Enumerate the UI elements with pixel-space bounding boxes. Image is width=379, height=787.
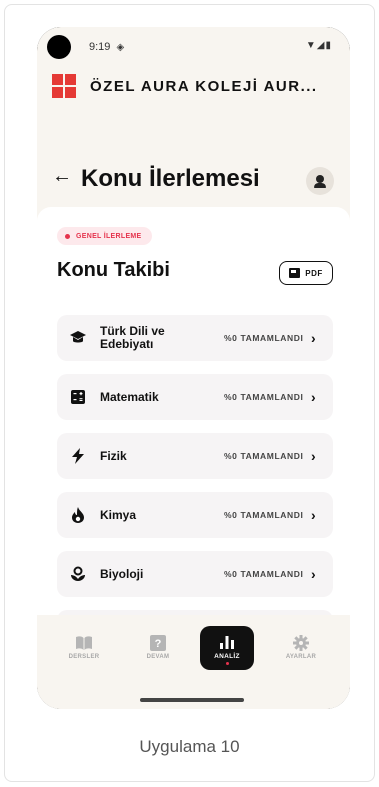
subject-row-turk-dili[interactable]: Türk Dili ve Edebiyatı %0 TAMAMLANDI › <box>57 315 333 361</box>
pdf-button-label: PDF <box>305 268 323 278</box>
subject-name: Biyoloji <box>100 566 144 581</box>
page-title: Konu İlerlemesi <box>81 165 260 192</box>
subject-name: Fizik <box>100 448 127 463</box>
profile-avatar-button[interactable] <box>306 167 334 195</box>
main-content: GENEL İLERLEME Konu Takibi PDF Türk Dili… <box>37 207 350 615</box>
lightning-icon <box>69 447 87 465</box>
pdf-export-button[interactable]: PDF <box>279 261 333 285</box>
subject-progress: %0 TAMAMLANDI <box>224 333 304 343</box>
chevron-right-icon: › <box>311 566 316 582</box>
image-file-icon <box>289 268 301 278</box>
nav-label: ANALİZ <box>214 653 240 660</box>
signal-battery-icon: ▼◢▮ <box>305 40 332 51</box>
badge-label: GENEL İLERLEME <box>76 232 142 240</box>
school-header: ÖZEL AURA KOLEJİ AUR... <box>52 72 318 100</box>
subject-progress: %0 TAMAMLANDI <box>224 510 304 520</box>
subject-progress: %0 TAMAMLANDI <box>224 451 304 461</box>
gear-icon <box>292 635 310 651</box>
bottom-navigation: DERSLER ? DEVAM ANALİZ AYARLAR <box>37 615 350 709</box>
chevron-right-icon: › <box>311 507 316 523</box>
quiz-icon: ? <box>149 635 167 651</box>
back-arrow-icon[interactable]: ← <box>52 165 72 188</box>
chevron-right-icon: › <box>311 330 316 346</box>
subject-progress: %0 TAMAMLANDI <box>224 392 304 402</box>
home-indicator[interactable] <box>140 698 244 702</box>
bar-chart-icon <box>218 634 236 650</box>
nav-label: AYARLAR <box>285 654 317 660</box>
page-header: ← Konu İlerlemesi <box>37 155 350 207</box>
book-icon <box>75 635 93 651</box>
subject-name: Matematik <box>100 389 159 404</box>
school-name: ÖZEL AURA KOLEJİ AUR... <box>90 77 318 95</box>
badge-dot-icon <box>65 233 70 239</box>
subject-row-matematik[interactable]: Matematik %0 TAMAMLANDI › <box>57 374 333 420</box>
flame-icon <box>69 506 87 524</box>
subject-name: Kimya <box>100 507 137 522</box>
bio-icon <box>69 565 87 583</box>
section-title: Konu Takibi <box>57 259 170 281</box>
camera-cutout <box>47 35 71 59</box>
status-time-text: 9:19 <box>89 41 111 53</box>
subject-progress: %0 TAMAMLANDI <box>224 569 304 579</box>
person-icon <box>316 175 324 183</box>
graduation-cap-icon <box>69 329 87 347</box>
nav-label: DERSLER <box>68 654 100 660</box>
nav-item-devam[interactable]: ? DEVAM <box>130 635 186 660</box>
subject-row-biyoloji[interactable]: Biyoloji %0 TAMAMLANDI › <box>57 551 333 597</box>
person-icon-body <box>314 183 326 188</box>
svg-text:?: ? <box>155 638 162 650</box>
app-screen: 9:19 ◈ ▼◢▮ ÖZEL AURA KOLEJİ AUR... ← Kon… <box>37 27 350 709</box>
subject-name: Türk Dili ve Edebiyatı <box>100 324 165 351</box>
school-logo-icon <box>52 74 76 98</box>
chevron-right-icon: › <box>311 389 316 405</box>
calculator-icon <box>69 388 87 406</box>
nav-item-ayarlar[interactable]: AYARLAR <box>273 635 329 660</box>
subject-row-fizik[interactable]: Fizik %0 TAMAMLANDI › <box>57 433 333 479</box>
phone-frame: 9:19 ◈ ▼◢▮ ÖZEL AURA KOLEJİ AUR... ← Kon… <box>37 27 350 709</box>
nav-item-dersler[interactable]: DERSLER <box>56 635 112 660</box>
subject-row-kimya[interactable]: Kimya %0 TAMAMLANDI › <box>57 492 333 538</box>
nav-item-analiz[interactable]: ANALİZ <box>200 626 254 670</box>
chevron-right-icon: › <box>311 448 316 464</box>
active-indicator-dot <box>225 662 229 665</box>
nav-label: DEVAM <box>146 654 170 660</box>
status-time: 9:19 ◈ <box>89 41 124 53</box>
location-icon: ◈ <box>116 42 125 53</box>
subject-list: Türk Dili ve Edebiyatı %0 TAMAMLANDI › M… <box>57 315 333 615</box>
screenshot-caption: Uygulama 10 <box>139 737 240 756</box>
general-progress-badge: GENEL İLERLEME <box>57 227 152 245</box>
